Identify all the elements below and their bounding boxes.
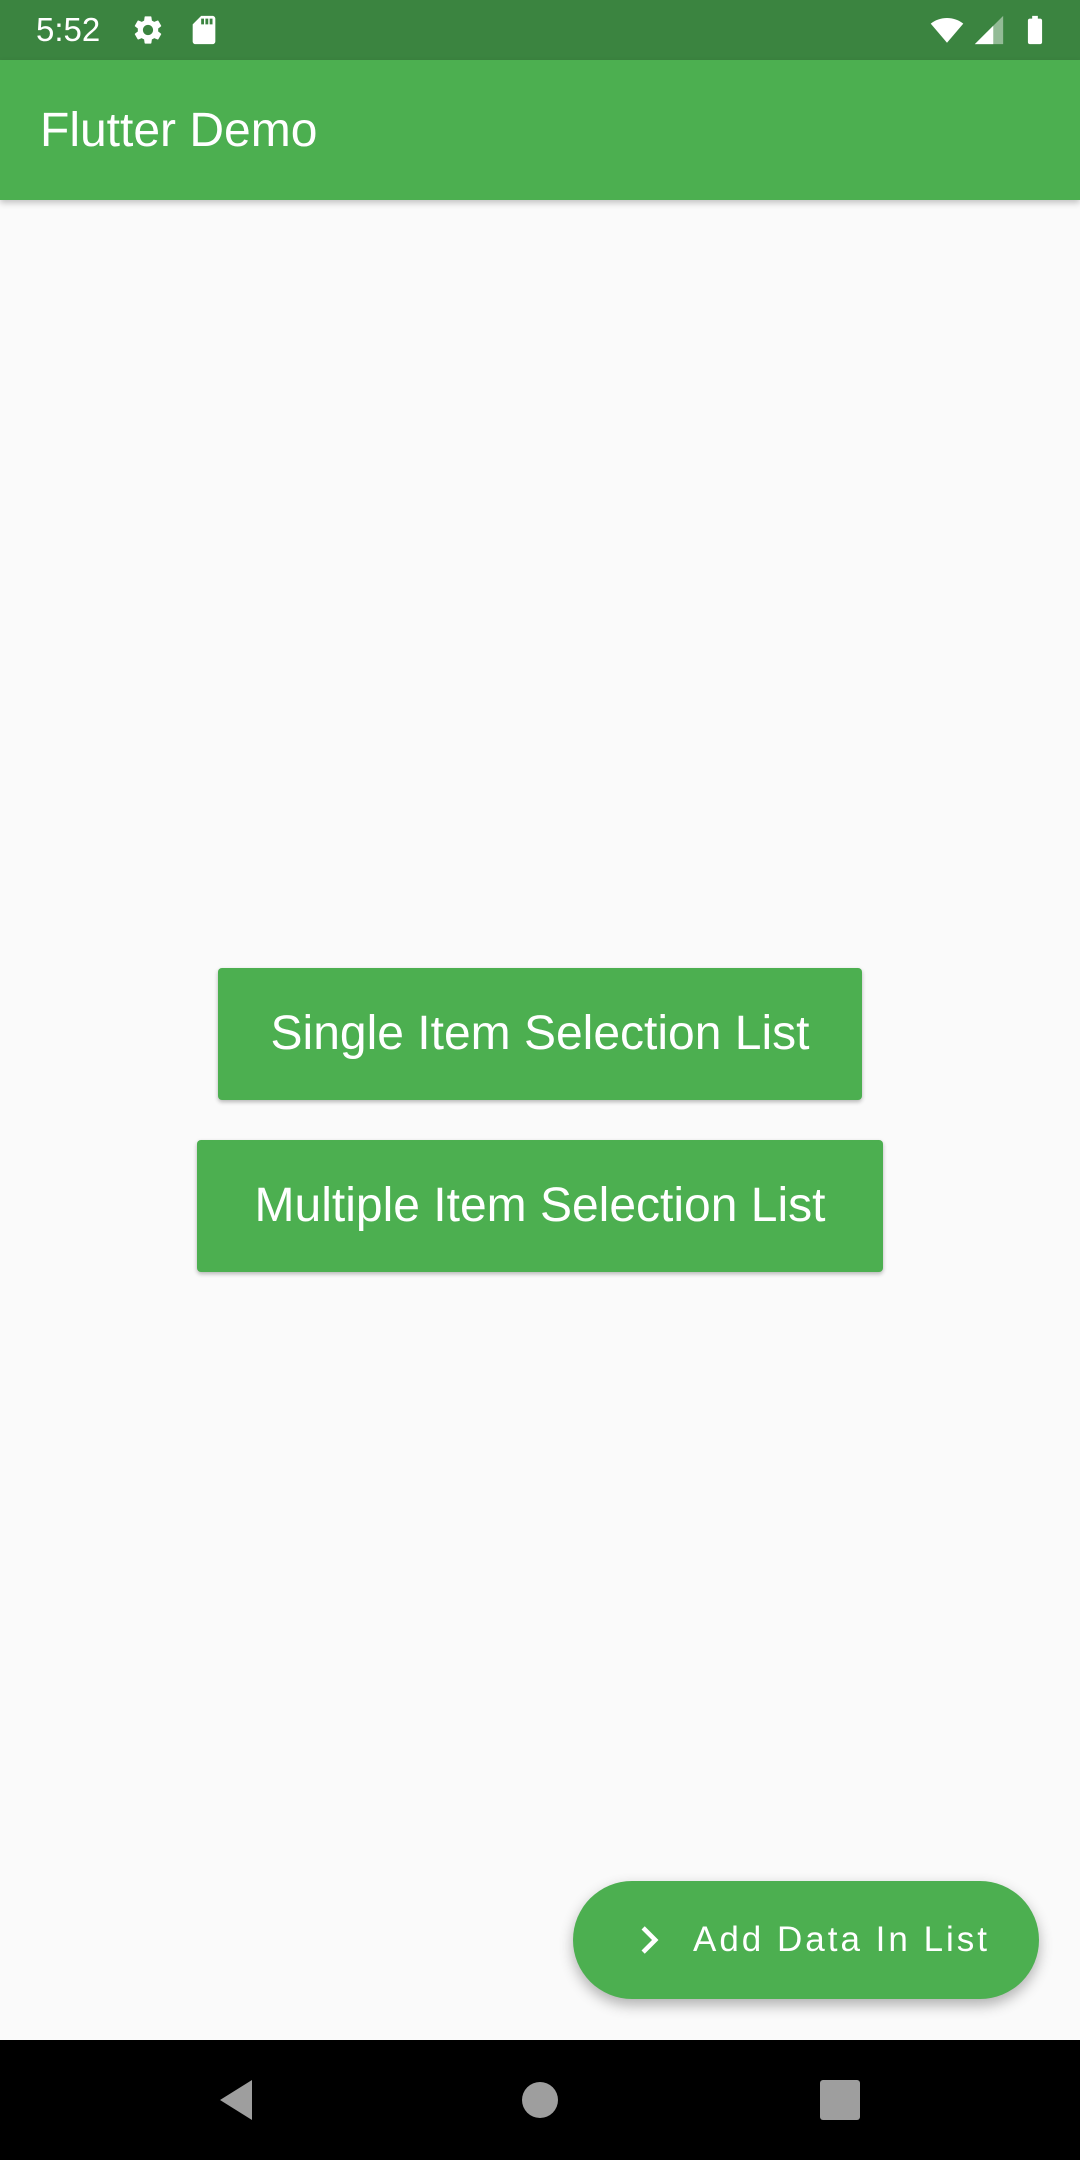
battery-icon [1027,15,1043,45]
recents-icon[interactable] [810,2070,870,2130]
chevron-right-icon [641,1926,659,1954]
add-data-fab[interactable]: Add Data In List [573,1881,1039,1999]
back-icon[interactable] [208,2070,268,2130]
home-icon[interactable] [510,2070,570,2130]
app-title: Flutter Demo [40,104,318,157]
single-item-selection-button[interactable]: Single Item Selection List [218,968,862,1100]
fab-label: Add Data In List [693,1920,991,1959]
status-time: 5:52 [36,11,101,48]
navigation-bar [0,2040,1080,2160]
status-bar: 5:52 [0,0,1080,60]
app-bar: Flutter Demo [0,60,1080,200]
sd-card-icon [192,15,216,45]
cell-signal-icon [974,15,1004,45]
wifi-icon [930,17,964,43]
multiple-item-selection-button[interactable]: Multiple Item Selection List [197,1140,883,1272]
gear-icon [134,16,162,44]
